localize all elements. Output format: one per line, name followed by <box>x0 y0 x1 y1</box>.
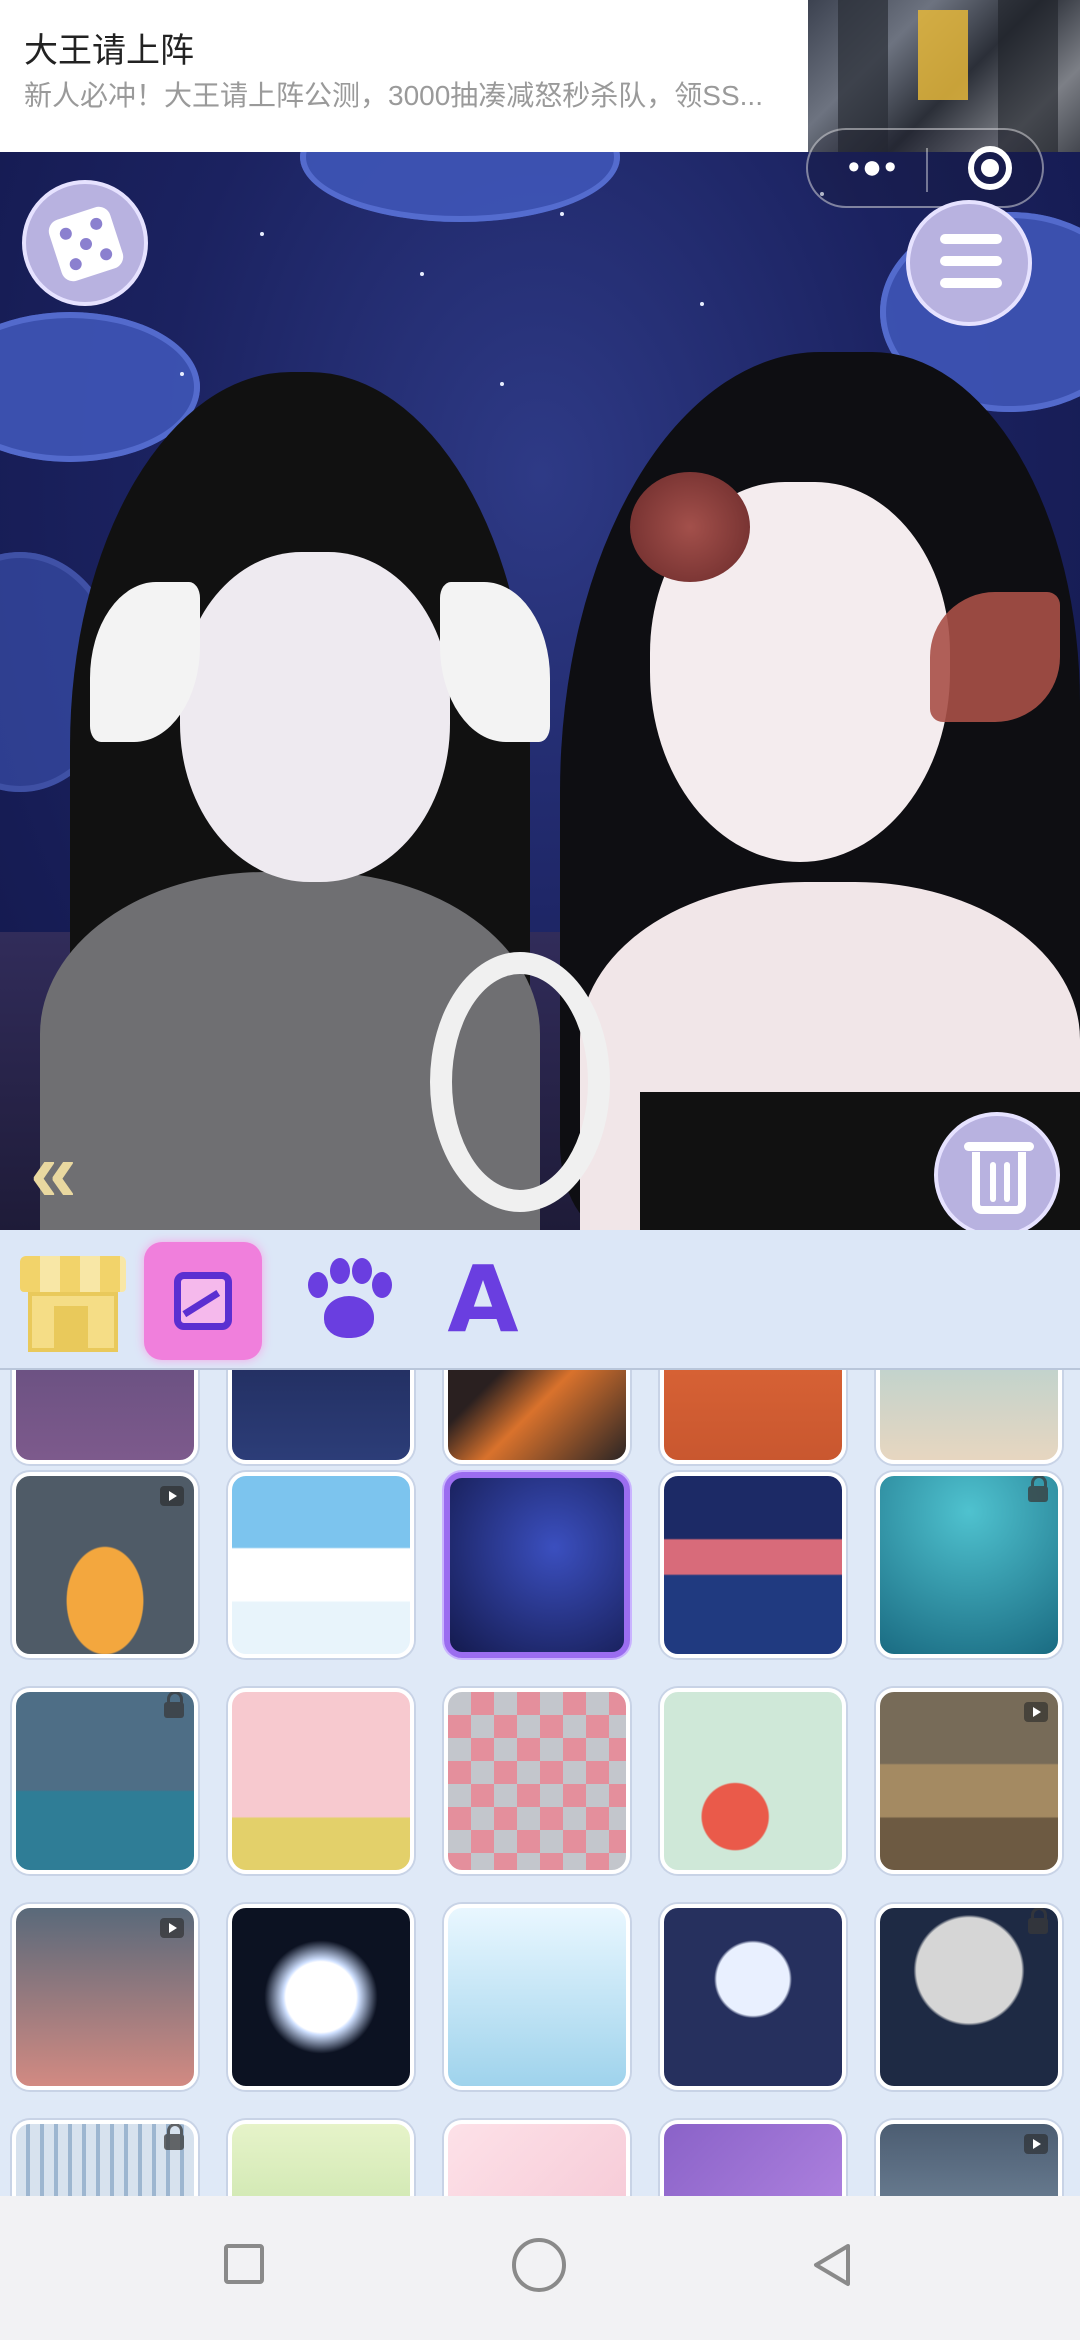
triangle-back-icon[interactable] <box>808 2240 858 2290</box>
dice-pip <box>58 226 74 242</box>
background-thumb-pink-pattern[interactable] <box>444 2120 630 2196</box>
letter-a-icon: A <box>447 1246 519 1353</box>
star <box>700 302 704 306</box>
background-thumb-grey-blue[interactable] <box>876 2120 1062 2196</box>
delete-button[interactable] <box>934 1112 1060 1238</box>
background-thumb-sea-mountains[interactable] <box>660 1472 846 1658</box>
butterfly-accessory <box>930 592 1060 722</box>
capsule-divider <box>926 148 928 192</box>
star <box>420 272 424 276</box>
image-icon <box>174 1272 232 1330</box>
trash-line <box>1004 1162 1010 1202</box>
background-thumb-pale-sea[interactable] <box>876 1370 1062 1464</box>
video-play-icon <box>160 1486 184 1506</box>
paw-toe <box>330 1258 350 1284</box>
dice-pip <box>88 216 104 232</box>
miniprogram-capsule: •●• <box>806 128 1044 208</box>
background-thumb-desert-arch-cactus[interactable] <box>12 1472 198 1658</box>
trash-can <box>972 1152 1026 1214</box>
video-play-icon <box>1024 1702 1048 1722</box>
trash-line <box>990 1162 996 1202</box>
white-snake-accessory <box>430 952 610 1212</box>
background-thumb-blue-stripes[interactable] <box>12 2120 198 2196</box>
double-chevron-left-icon[interactable]: « <box>30 1130 140 1214</box>
ad-description: 新人必冲！大王请上阵公测，3000抽凑减怒秒杀队，领SS... <box>24 80 763 111</box>
background-thumb-watermelon[interactable] <box>660 1688 846 1874</box>
menu-line <box>940 278 1002 288</box>
background-thumb-night-clouds-bridge[interactable] <box>444 1472 630 1658</box>
dice-pip <box>98 246 114 262</box>
background-thumb-cherry-blossom[interactable] <box>228 1688 414 1874</box>
dice-icon <box>45 203 127 285</box>
background-thumb-dusk-gradient[interactable] <box>12 1904 198 2090</box>
lock-icon <box>1028 1908 1048 1934</box>
video-play-icon <box>1024 2134 1048 2154</box>
shop-roof <box>20 1256 126 1292</box>
star <box>560 212 564 216</box>
rose-accessory <box>630 472 750 582</box>
system-navigation-bar <box>0 2196 1080 2340</box>
cloud <box>300 152 620 222</box>
background-thumb-night-city[interactable] <box>228 1370 414 1464</box>
lock-icon <box>164 2124 184 2150</box>
menu-line <box>940 234 1002 244</box>
target-close-icon[interactable] <box>968 146 1012 190</box>
dice-pip <box>68 256 84 272</box>
dressup-scene <box>0 152 1080 1230</box>
background-thumb-underwater-teal[interactable] <box>876 1472 1062 1658</box>
paw-pad <box>324 1296 374 1338</box>
background-thumb-green-hills[interactable] <box>228 2120 414 2196</box>
background-thumb-orange-roof[interactable] <box>444 1370 630 1464</box>
star <box>500 382 504 386</box>
star <box>260 232 264 236</box>
trash-lid <box>964 1142 1034 1151</box>
video-play-icon <box>160 1918 184 1938</box>
background-grid <box>0 1370 1080 2196</box>
background-thumb-full-moon-dark[interactable] <box>228 1904 414 2090</box>
background-thumb-sunset-birds[interactable] <box>660 1370 846 1464</box>
tab-shop[interactable] <box>14 1242 132 1360</box>
more-dots-icon[interactable]: •●• <box>838 150 908 188</box>
randomize-button[interactable] <box>22 180 148 306</box>
background-thumb-grey-moon[interactable] <box>876 1904 1062 2090</box>
background-thumb-diamond-pattern[interactable] <box>444 1688 630 1874</box>
tab-pet[interactable] <box>290 1242 408 1360</box>
circle-icon[interactable] <box>512 2238 566 2292</box>
background-thumb-moon-stars[interactable] <box>660 1904 846 2090</box>
background-thumb-purple-dusk[interactable] <box>12 1370 198 1464</box>
background-thumb-sky-clouds[interactable] <box>228 1472 414 1658</box>
background-thumb-desert-dunes[interactable] <box>876 1688 1062 1874</box>
lock-icon <box>1028 1476 1048 1502</box>
tab-background[interactable] <box>144 1242 262 1360</box>
background-thumb-lily-pond[interactable] <box>444 1904 630 2090</box>
character-left-face <box>180 552 450 882</box>
tab-text[interactable]: A <box>424 1242 542 1360</box>
shop-door <box>54 1306 88 1352</box>
ad-title: 大王请上阵 <box>24 32 194 70</box>
background-thumb-cloudy-sea[interactable] <box>12 1688 198 1874</box>
paw-toe <box>352 1258 372 1284</box>
ad-image-billboard <box>918 10 968 100</box>
ad-text[interactable]: 大王请上阵 新人必冲！大王请上阵公测，3000抽凑减怒秒杀队，领SS... <box>24 28 804 118</box>
lock-icon <box>164 1692 184 1718</box>
dice-pip <box>78 236 94 252</box>
paw-toe <box>372 1272 392 1298</box>
menu-line <box>940 256 1002 266</box>
menu-button[interactable] <box>906 200 1032 326</box>
square-icon[interactable] <box>224 2244 264 2284</box>
paw-toe <box>308 1272 328 1298</box>
star <box>180 372 184 376</box>
category-tab-bar: A <box>0 1230 1080 1370</box>
background-thumb-purple-rays[interactable] <box>660 2120 846 2196</box>
